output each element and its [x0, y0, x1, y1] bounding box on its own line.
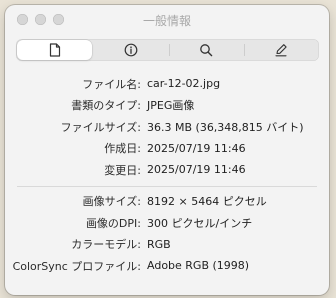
info-value: Adobe RGB (1998): [147, 259, 250, 273]
magnifier-icon: [199, 43, 213, 57]
info-row-dimensions: 画像サイズ: 8192 × 5464 ピクセル: [5, 191, 329, 213]
info-row-size: ファイルサイズ: 36.3 MB (36,348,815 バイト): [5, 116, 329, 138]
info-value: JPEG画像: [147, 99, 195, 113]
document-icon: [49, 43, 61, 57]
info-value: 300 ピクセル/インチ: [147, 216, 253, 230]
tab-search[interactable]: [168, 39, 244, 61]
info-label: 作成日:: [104, 142, 141, 156]
info-value: 2025/07/19 11:46: [147, 141, 246, 155]
info-value: car-12-02.jpg: [147, 77, 221, 91]
info-label: ColorSync プロファイル:: [12, 259, 141, 273]
info-label: ファイル名:: [82, 77, 141, 91]
info-row-dpi: 画像のDPI: 300 ピクセル/インチ: [5, 212, 329, 234]
info-rows: ファイル名: car-12-02.jpg 書類のタイプ: JPEG画像 ファイル…: [5, 73, 329, 277]
info-value: 36.3 MB (36,348,815 バイト): [147, 120, 304, 134]
inspector-window: 一般情報 ファイル名: car-12-02.jpg 書類のタイプ: JPEG画像…: [5, 5, 329, 295]
info-label: 画像のDPI:: [85, 216, 141, 230]
section-divider: [17, 185, 317, 187]
info-row-modified: 変更日: 2025/07/19 11:46: [5, 159, 329, 181]
info-row-filename: ファイル名: car-12-02.jpg: [5, 73, 329, 95]
info-row-kind: 書類のタイプ: JPEG画像: [5, 95, 329, 117]
info-label: カラーモデル:: [71, 238, 141, 252]
info-label: 画像サイズ:: [82, 195, 141, 209]
info-label: 書類のタイプ:: [71, 99, 141, 113]
info-icon: [124, 43, 138, 57]
info-row-created: 作成日: 2025/07/19 11:46: [5, 138, 329, 160]
inspector-tabs: [16, 39, 319, 61]
tab-annotate[interactable]: [243, 39, 319, 61]
info-label: 変更日:: [104, 163, 141, 177]
info-value: 2025/07/19 11:46: [147, 163, 246, 177]
tab-general-info[interactable]: [17, 40, 93, 60]
window-title: 一般情報: [142, 14, 191, 28]
info-value: 8192 × 5464 ピクセル: [147, 195, 267, 209]
title-bar[interactable]: 一般情報: [5, 5, 329, 33]
info-row-color-model: カラーモデル: RGB: [5, 234, 329, 256]
info-row-color-profile: ColorSync プロファイル: Adobe RGB (1998): [5, 255, 329, 277]
info-label: ファイルサイズ:: [60, 120, 141, 134]
info-value: RGB: [147, 237, 171, 251]
tab-more-info[interactable]: [93, 39, 168, 61]
pencil-icon: [274, 43, 288, 57]
